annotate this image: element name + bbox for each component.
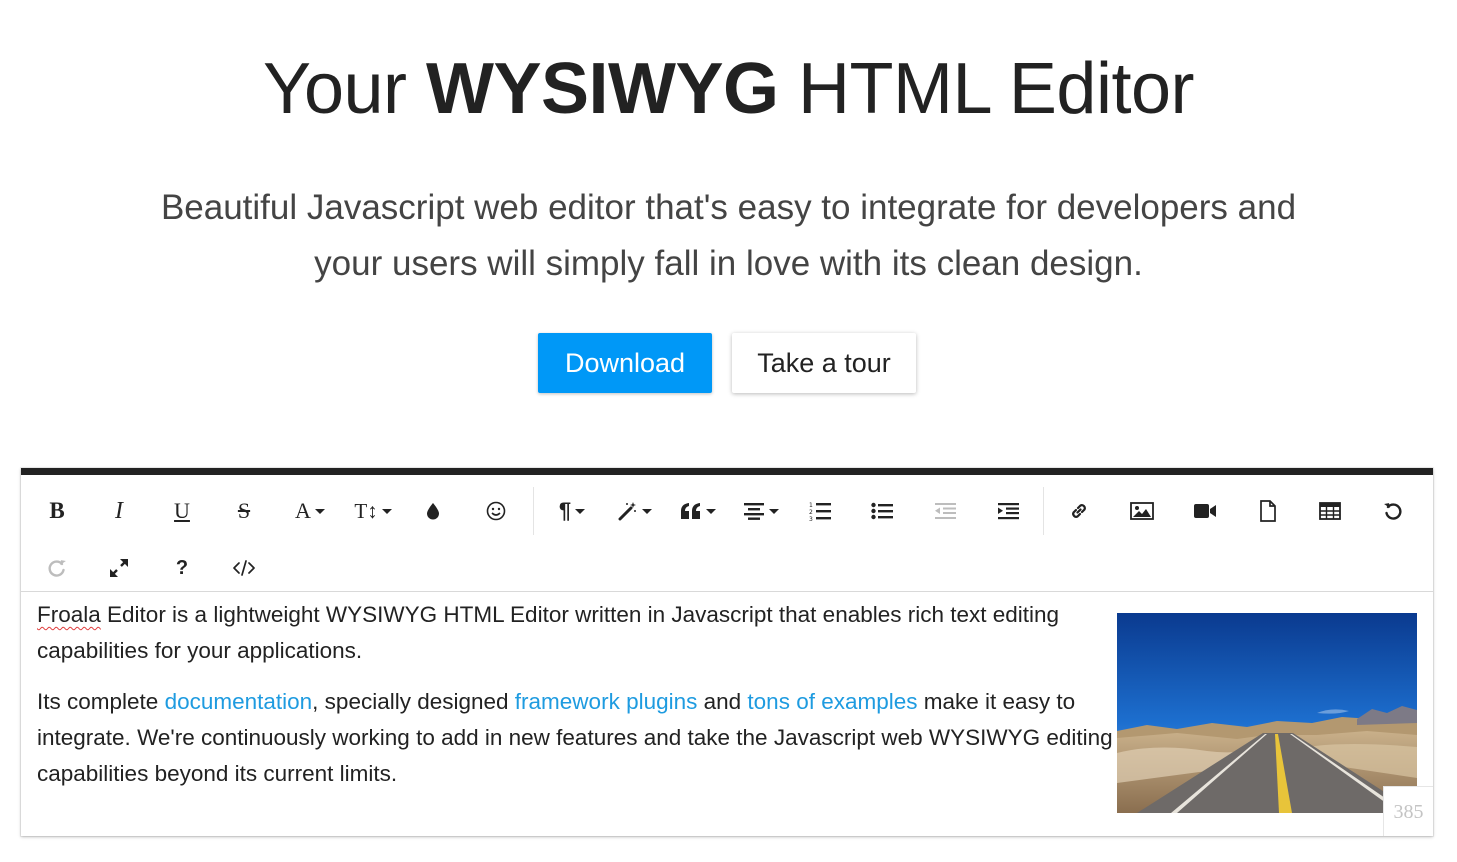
wysiwyg-editor: B I U S A T↕ ¶ 1 2 3 ? Froala Editor is … (21, 468, 1433, 836)
link-icon (1072, 504, 1086, 518)
paragraph-icon: ¶ (558, 498, 572, 523)
unordered-list-icon (871, 502, 893, 520)
fullscreen-button[interactable] (96, 548, 142, 588)
help-button[interactable]: ? (159, 548, 205, 588)
undo-button[interactable] (1370, 491, 1416, 531)
outdent-button[interactable] (922, 491, 968, 531)
table-icon (1319, 502, 1341, 520)
magic-wand-icon (618, 502, 636, 521)
font-size-icon: T↕ (354, 498, 378, 523)
title-prefix: Your (263, 49, 407, 129)
chevron-down-icon (575, 508, 586, 514)
paragraph-format-button[interactable]: ¶ (546, 491, 598, 531)
align-center-icon (744, 503, 764, 520)
paragraph-style-button[interactable] (609, 491, 661, 531)
download-button[interactable]: Download (538, 333, 712, 393)
code-icon (233, 560, 255, 576)
editor-toolbar: B I U S A T↕ ¶ 1 2 3 ? (21, 475, 1433, 592)
insert-file-button[interactable] (1245, 491, 1291, 531)
subtitle-line-2: your users will simply fall in love with… (314, 244, 1143, 283)
chevron-down-icon (381, 508, 392, 514)
chevron-down-icon (642, 508, 652, 514)
paragraph-1-text: Editor is a lightweight WYSIWYG HTML Edi… (37, 602, 1060, 663)
text-color-button[interactable] (410, 491, 456, 531)
paragraph-2-text-a: Its complete (37, 689, 165, 714)
insert-image-button[interactable] (1119, 491, 1165, 531)
smile-icon (486, 501, 506, 521)
underline-button[interactable]: U (159, 491, 205, 531)
font-family-icon: A (295, 498, 311, 523)
chevron-down-icon (706, 508, 716, 514)
strikethrough-icon: S (237, 498, 251, 523)
title-suffix: HTML Editor (798, 49, 1194, 129)
font-size-button[interactable]: T↕ (347, 491, 399, 531)
misspelled-word: Froala (37, 602, 101, 627)
redo-button[interactable] (34, 548, 80, 588)
indent-icon (998, 503, 1019, 520)
paragraph-2-text-b: , specially designed (312, 689, 515, 714)
chevron-down-icon (769, 508, 779, 514)
tons-of-examples-link[interactable]: tons of examples (747, 689, 917, 714)
ordered-list-icon: 123 (809, 502, 831, 521)
ordered-list-button[interactable]: 123 (797, 491, 843, 531)
underline-icon: U (174, 498, 190, 523)
strikethrough-button[interactable]: S (221, 491, 267, 531)
italic-icon: I (115, 497, 123, 524)
title-emphasis: WYSIWYG (426, 49, 779, 129)
help-icon: ? (175, 556, 189, 579)
svg-text:2: 2 (809, 509, 813, 516)
subtitle-line-1: Beautiful Javascript web editor that's e… (160, 188, 1297, 227)
svg-text:1: 1 (809, 502, 813, 509)
editor-content[interactable]: Froala Editor is a lightweight WYSIWYG H… (37, 597, 1117, 807)
emoticons-button[interactable] (473, 491, 519, 531)
road-photo[interactable] (1117, 613, 1417, 813)
page-subtitle: Beautiful Javascript web editor that's e… (150, 180, 1307, 292)
expand-icon (110, 559, 128, 577)
insert-video-button[interactable] (1182, 491, 1228, 531)
content-paragraph-2: Its complete documentation, specially de… (37, 684, 1117, 792)
indent-button[interactable] (985, 491, 1031, 531)
toolbar-separator (533, 487, 534, 535)
bold-button[interactable]: B (34, 491, 80, 531)
video-icon (1194, 504, 1216, 518)
insert-table-button[interactable] (1307, 491, 1353, 531)
svg-text:3: 3 (809, 516, 813, 521)
font-family-button[interactable]: A (284, 491, 336, 531)
framework-plugins-link[interactable]: framework plugins (515, 689, 698, 714)
take-a-tour-button[interactable]: Take a tour (732, 333, 916, 393)
documentation-link[interactable]: documentation (165, 689, 313, 714)
align-button[interactable] (735, 491, 787, 531)
outdent-icon (935, 503, 956, 519)
italic-button[interactable]: I (96, 491, 142, 531)
quote-icon (681, 503, 700, 519)
undo-icon (1384, 503, 1402, 520)
redo-icon (48, 560, 66, 577)
road-landscape-image (1117, 613, 1417, 813)
drop-icon (427, 503, 439, 520)
page-title: Your WYSIWYG HTML Editor (0, 44, 1457, 134)
html-view-button[interactable] (221, 548, 267, 588)
content-paragraph-1: Froala Editor is a lightweight WYSIWYG H… (37, 597, 1117, 669)
quote-button[interactable] (672, 491, 724, 531)
paragraph-2-text-c: and (697, 689, 748, 714)
chevron-down-icon (314, 508, 325, 514)
insert-link-button[interactable] (1056, 491, 1102, 531)
toolbar-separator (1043, 487, 1044, 535)
unordered-list-button[interactable] (859, 491, 905, 531)
image-icon (1130, 502, 1154, 520)
file-icon (1260, 500, 1276, 522)
character-counter: 385 (1383, 786, 1433, 836)
bold-icon: B (49, 498, 65, 523)
